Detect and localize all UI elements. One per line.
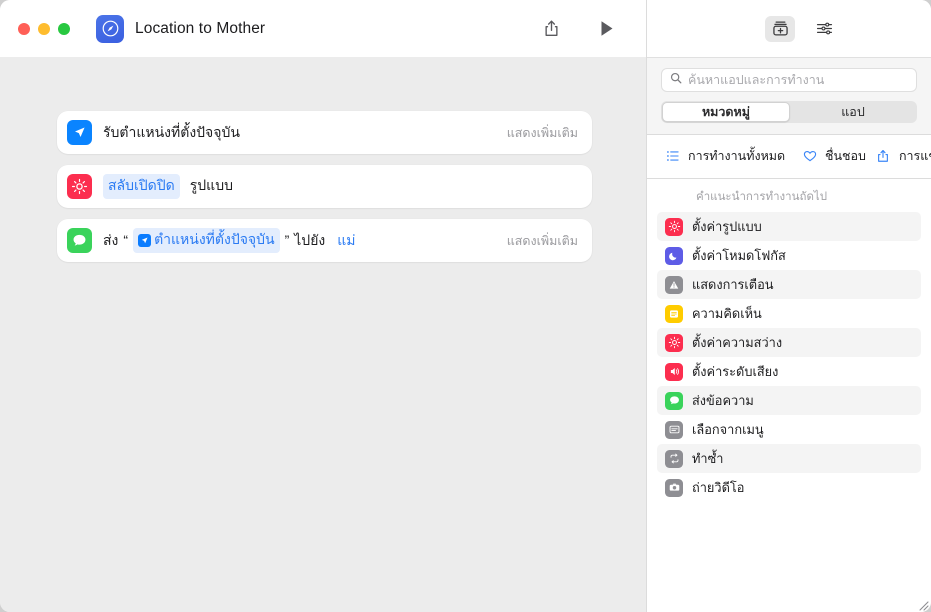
library-search-area: ค้นหาแอปและการทำงาน หมวดหมู่ แอป [647, 57, 931, 135]
show-more-button[interactable]: แสดงเพิ่มเติม [507, 231, 578, 251]
sidebar-item-favorites[interactable]: ชื่นชอบ [798, 145, 872, 167]
repeat-icon [665, 449, 683, 468]
action-row[interactable]: ส่ง “ ตำแหน่งที่ตั้งปัจจุบัน ” ไปยัง แม่ [57, 219, 592, 262]
heart-icon [802, 149, 817, 164]
action-library-icon[interactable] [765, 15, 795, 42]
list-item[interactable]: ถ่ายวิดีโอ [657, 473, 921, 502]
list-item-label: ตั้งค่าโหมดโฟกัส [692, 248, 786, 263]
speaker-icon [665, 362, 683, 381]
list-item-label: ตั้งค่าความสว่าง [692, 335, 783, 350]
quote-close: ” [284, 231, 290, 248]
list-item-label: ส่งข้อความ [692, 393, 754, 408]
brightness-sun-icon [67, 174, 92, 199]
quote-open: “ [123, 231, 129, 248]
list-item[interactable]: ตั้งค่ารูปแบบ [657, 212, 921, 241]
camera-icon [665, 478, 683, 497]
shortcuts-icon [96, 14, 124, 43]
sliders-icon[interactable] [809, 16, 839, 42]
minimize-button[interactable] [38, 22, 50, 35]
action-title: รูปแบบ [189, 177, 233, 193]
to-label: ไปยัง [294, 231, 326, 248]
list-item[interactable]: ตั้งค่าระดับเสียง [657, 357, 921, 386]
alert-triangle-icon [665, 275, 683, 294]
tab-categories[interactable]: หมวดหมู่ [662, 102, 790, 122]
list-item[interactable]: ความคิดเห็น [657, 299, 921, 328]
show-more-button[interactable]: แสดงเพิ่มเติม [507, 123, 578, 143]
list-item-label: ทำซ้ำ [692, 451, 724, 466]
suggestions-list[interactable]: ตั้งค่ารูปแบบ ตั้งค่าโหมดโฟกัส แสดงการเต… [647, 212, 931, 612]
variable-token[interactable]: ตำแหน่งที่ตั้งปัจจุบัน [133, 228, 280, 253]
location-arrow-icon [138, 233, 152, 247]
list-item[interactable]: เลือกจากเมนู [657, 415, 921, 444]
share-icon [876, 149, 891, 164]
messages-bubble-icon [67, 228, 92, 253]
workflow-canvas[interactable]: รับตำแหน่งที่ตั้งปัจจุบัน แสดงเพิ่มเติม [0, 57, 646, 612]
list-item-label: ความคิดเห็น [692, 306, 762, 321]
sidebar-item-label: ชื่นชอบ [825, 149, 866, 163]
recipient-token[interactable]: แม่ [335, 229, 357, 253]
sidebar-item-label: การทำงานทั้งหมด [688, 149, 786, 163]
shortcuts-window: Location to Mother รับตำแหน่งที่ตั้งปัจจ… [0, 0, 931, 612]
sidebar-item-label: การแชร์ [898, 149, 931, 163]
zoom-button[interactable] [58, 22, 70, 35]
list-item-label: ตั้งค่าระดับเสียง [692, 364, 779, 379]
list-item[interactable]: ตั้งค่าโหมดโฟกัส [657, 241, 921, 270]
titlebar-actions [538, 16, 630, 42]
action-label: รับตำแหน่งที่ตั้งปัจจุบัน [103, 122, 240, 144]
list-item-label: ถ่ายวิดีโอ [692, 480, 745, 495]
action-label: ส่ง “ ตำแหน่งที่ตั้งปัจจุบัน ” ไปยัง แม่ [103, 228, 358, 253]
list-item-label: ตั้งค่ารูปแบบ [692, 219, 762, 234]
category-grid: การทำงานทั้งหมด ชื่นชอบ การแ [647, 135, 931, 179]
comment-lines-icon [665, 304, 683, 323]
library-segmented-control[interactable]: หมวดหมู่ แอป [661, 101, 917, 123]
resize-grip[interactable] [917, 598, 929, 611]
list-item[interactable]: ส่งข้อความ [657, 386, 921, 415]
traffic-lights [18, 22, 70, 35]
library-toolbar [647, 0, 931, 57]
page-title: Location to Mother [135, 19, 266, 37]
messages-bubble-icon [665, 391, 683, 410]
search-input[interactable]: ค้นหาแอปและการทำงาน [661, 68, 917, 92]
action-library-pane: ค้นหาแอปและการทำงาน หมวดหมู่ แอป การทำงา… [646, 0, 931, 612]
list-item[interactable]: แสดงการเตือน [657, 270, 921, 299]
action-label: สลับเปิดปิด รูปแบบ [103, 174, 233, 199]
tab-apps[interactable]: แอป [790, 102, 916, 122]
list-bullet-icon [665, 149, 680, 164]
title-bar: Location to Mother [0, 0, 646, 57]
list-item[interactable]: ตั้งค่าความสว่าง [657, 328, 921, 357]
sidebar-item-sharing[interactable]: การแชร์ [872, 145, 931, 167]
location-arrow-icon [67, 120, 92, 145]
list-item-label: แสดงการเตือน [692, 277, 774, 292]
search-placeholder: ค้นหาแอปและการทำงาน [688, 73, 825, 87]
suggestions-header: คำแนะนำการทำงานถัดไป [696, 191, 828, 203]
editor-pane: Location to Mother รับตำแหน่งที่ตั้งปัจจ… [0, 0, 646, 612]
action-row[interactable]: สลับเปิดปิด รูปแบบ [57, 165, 592, 208]
action-title: รับตำแหน่งที่ตั้งปัจจุบัน [103, 123, 240, 140]
list-item-label: เลือกจากเมนู [692, 422, 764, 437]
menu-box-icon [665, 420, 683, 439]
variable-label: ตำแหน่งที่ตั้งปัจจุบัน [154, 231, 275, 247]
action-verb: ส่ง [103, 231, 119, 248]
brightness-sun-icon [665, 333, 683, 352]
close-button[interactable] [18, 22, 30, 35]
share-icon[interactable] [538, 16, 564, 42]
search-icon [670, 71, 682, 89]
action-row[interactable]: รับตำแหน่งที่ตั้งปัจจุบัน แสดงเพิ่มเติม [57, 111, 592, 154]
sidebar-item-all-actions[interactable]: การทำงานทั้งหมด [661, 145, 791, 167]
moon-icon [665, 246, 683, 265]
play-icon[interactable] [594, 16, 620, 42]
action-parameter-token[interactable]: สลับเปิดปิด [103, 174, 180, 199]
brightness-sun-icon [665, 217, 683, 236]
list-item[interactable]: ทำซ้ำ [657, 444, 921, 473]
